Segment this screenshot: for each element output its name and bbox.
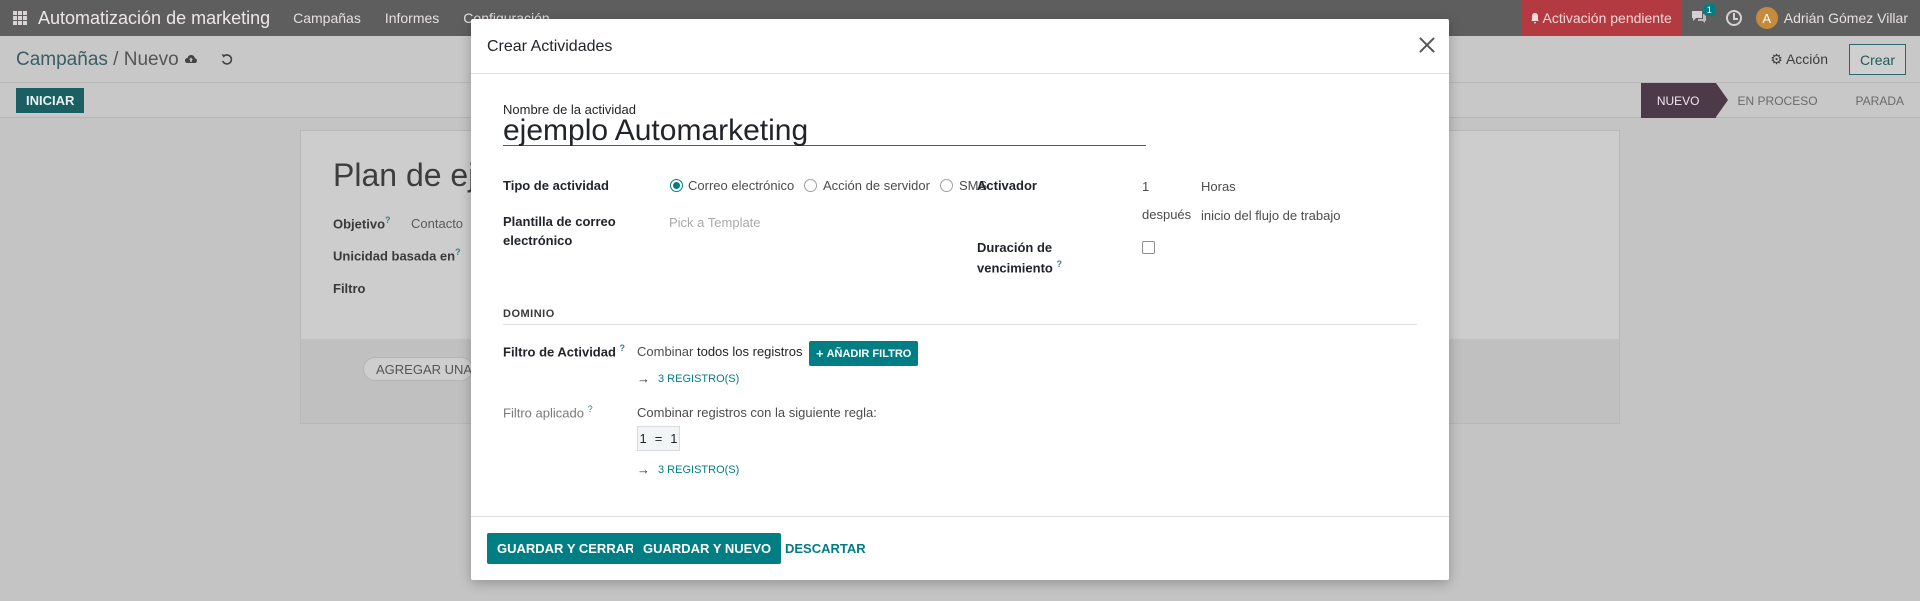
radio-server-action[interactable]	[804, 179, 817, 192]
activity-type-label: Tipo de actividad	[503, 178, 609, 193]
discard-undo-icon[interactable]	[220, 52, 234, 66]
unicidad-label: Unicidad basada en?	[333, 247, 461, 264]
arrow-right-icon: →	[637, 371, 650, 386]
status-bar: NUEVO EN PROCESO PARADA	[1640, 83, 1920, 118]
plus-icon: +	[816, 346, 824, 361]
stage-parada[interactable]: PARADA	[1834, 83, 1920, 118]
radio-server-action-label[interactable]: Acción de servidor	[823, 178, 930, 193]
breadcrumb-separator: /	[113, 49, 119, 70]
objetivo-label: Objetivo?	[333, 215, 391, 232]
radio-email[interactable]	[670, 179, 683, 192]
dialog-footer: GUARDAR Y CERRAR GUARDAR Y NUEVO DESCART…	[471, 516, 1449, 580]
campaign-title[interactable]: Plan de eje	[333, 157, 493, 194]
radio-email-label[interactable]: Correo electrónico	[688, 178, 794, 193]
apps-grid-icon[interactable]	[13, 11, 27, 25]
add-activity-button[interactable]: AGREGAR UNA N	[363, 357, 473, 381]
create-button[interactable]: Crear	[1848, 44, 1906, 75]
save-new-button[interactable]: GUARDAR Y NUEVO	[633, 533, 782, 564]
radio-sms[interactable]	[940, 179, 953, 192]
pending-activation-button[interactable]: Activación pendiente	[1520, 0, 1682, 36]
activity-clock-icon[interactable]	[1725, 10, 1742, 26]
arrow-right-icon: →	[637, 462, 650, 477]
domain-section-title: DOMINIO	[503, 308, 555, 320]
template-select[interactable]: Pick a Template	[669, 215, 761, 230]
activity-filter-label: Filtro de Actividad ?	[503, 343, 626, 360]
activity-name-input[interactable]: ejemplo Automarketing	[503, 116, 1146, 146]
create-activity-dialog: Crear Actividades Nombre de la actividad…	[471, 19, 1449, 580]
domain-rule[interactable]: 1 = 1	[637, 426, 680, 451]
trigger-label: Activador	[977, 178, 1037, 193]
deadline-label-line2: vencimiento ?	[977, 259, 1062, 276]
combine-all-text: Combinar todos los registros	[637, 344, 803, 359]
messages-badge: 1	[1703, 4, 1715, 16]
close-icon[interactable]	[1419, 37, 1435, 53]
menu-campanas[interactable]: Campañas	[293, 10, 361, 26]
deadline-label-line1: Duración de	[977, 240, 1053, 255]
user-name[interactable]: Adrián Gómez Villar	[1784, 10, 1908, 26]
stage-en-proceso[interactable]: EN PROCESO	[1716, 83, 1834, 118]
action-label: Acción	[1785, 51, 1828, 67]
add-filter-button[interactable]: + AÑADIR FILTRO	[809, 341, 919, 366]
trigger-when-select[interactable]: después	[1142, 207, 1191, 222]
records-link-1[interactable]: → 3 REGISTRO(S)	[637, 371, 739, 386]
dialog-title: Crear Actividades	[487, 38, 613, 55]
applied-filter-label: Filtro aplicado ?	[503, 404, 593, 421]
records-link-2[interactable]: → 3 REGISTRO(S)	[637, 462, 739, 477]
combine-rule-text: Combinar registros con la siguiente regl…	[637, 405, 877, 420]
interval-number-input[interactable]: 1	[1142, 179, 1149, 194]
breadcrumb-parent[interactable]: Campañas	[16, 49, 108, 70]
menu-informes[interactable]: Informes	[385, 10, 439, 26]
save-close-button[interactable]: GUARDAR Y CERRAR	[487, 533, 645, 564]
bell-icon	[1530, 13, 1539, 24]
template-label-line1: Plantilla de correo	[503, 214, 616, 229]
pending-activation-label: Activación pendiente	[1542, 10, 1672, 26]
avatar[interactable]: A	[1755, 7, 1778, 29]
template-label-line2: electrónico	[503, 233, 573, 248]
objetivo-value[interactable]: Contacto	[411, 216, 463, 231]
discard-button[interactable]: DESCARTAR	[785, 541, 866, 556]
messages-button[interactable]: 1	[1690, 4, 1715, 27]
stage-nuevo[interactable]: NUEVO	[1640, 83, 1728, 118]
section-divider	[503, 324, 1417, 325]
deadline-checkbox[interactable]	[1142, 241, 1155, 254]
app-brand[interactable]: Automatización de marketing	[38, 8, 270, 29]
breadcrumb-current: Nuevo	[123, 49, 179, 70]
breadcrumb: Campañas / Nuevo	[16, 49, 179, 71]
gear-icon: ⚙	[1770, 51, 1783, 67]
interval-unit-select[interactable]: Horas	[1201, 179, 1236, 194]
action-menu-button[interactable]: ⚙ Acción	[1770, 51, 1828, 68]
start-button[interactable]: INICIAR	[16, 88, 85, 113]
cloud-upload-icon[interactable]	[184, 52, 198, 66]
dialog-header: Crear Actividades	[471, 19, 1449, 74]
trigger-type-select[interactable]: inicio del flujo de trabajo	[1201, 208, 1340, 223]
filtro-label: Filtro	[333, 281, 366, 296]
